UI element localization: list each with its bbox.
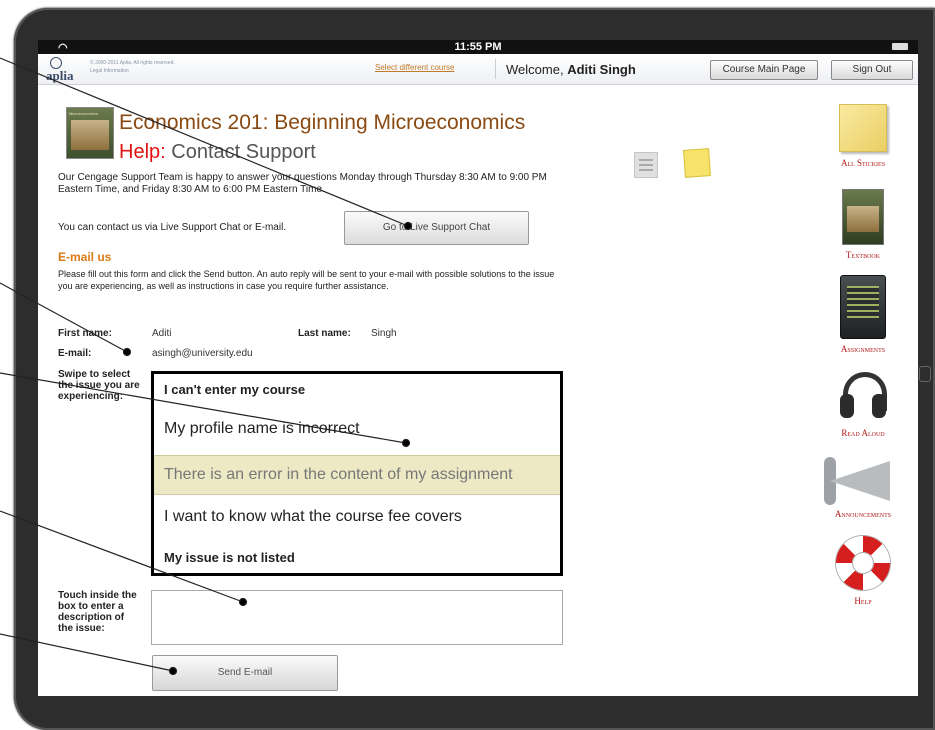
- issue-picker-label: Swipe to select the issue you are experi…: [58, 369, 140, 402]
- sidebar-item-assignments[interactable]: Assignments: [813, 275, 913, 354]
- document-icon[interactable]: [634, 152, 658, 178]
- aplia-logo[interactable]: aplia: [46, 57, 82, 83]
- life-ring-icon: [836, 536, 890, 590]
- first-name-label: First name:: [58, 328, 112, 339]
- user-name: Aditi Singh: [567, 62, 636, 77]
- description-label: Touch inside the box to enter a descript…: [58, 590, 137, 634]
- copyright-line: © 2000-2011 Aplia. All rights reserved.: [90, 60, 175, 66]
- sidebar-item-textbook[interactable]: Textbook: [813, 189, 913, 260]
- page-subtitle: Contact Support: [171, 141, 316, 163]
- send-email-button[interactable]: Send E-mail: [152, 655, 338, 691]
- select-course-link[interactable]: Select different course: [375, 63, 454, 72]
- help-word: Help:: [119, 141, 166, 163]
- header-divider: [495, 59, 496, 79]
- email-value: asingh@university.edu: [152, 348, 253, 359]
- side-button: [919, 366, 931, 382]
- page-title: Help: Contact Support: [119, 141, 316, 164]
- header-bar: aplia © 2000-2011 Aplia. All rights rese…: [38, 54, 918, 85]
- sidebar-item-label: Help: [854, 596, 872, 606]
- course-book-cover: Microeconomics: [66, 107, 114, 159]
- headphones-cup: [872, 394, 886, 418]
- sidebar-item-label: Assignments: [840, 344, 886, 354]
- email-us-heading: E-mail us: [58, 250, 112, 264]
- headphones-cup: [840, 394, 854, 418]
- last-name-label: Last name:: [298, 328, 351, 339]
- live-support-chat-button[interactable]: Go to Live Support Chat: [344, 211, 529, 245]
- first-name-value: Aditi: [152, 328, 172, 339]
- sidebar-item-label: All Stickies: [840, 158, 886, 168]
- sidebar-item-label: Announcements: [834, 509, 892, 519]
- issue-option-selected[interactable]: There is an error in the content of my a…: [154, 455, 560, 495]
- assignments-icon: [840, 275, 886, 339]
- sign-out-button[interactable]: Sign Out: [831, 60, 913, 80]
- sidebar-item-read-aloud[interactable]: Read Aloud: [813, 372, 913, 438]
- issue-option[interactable]: I can't enter my course: [154, 382, 560, 397]
- status-time: 11:55 PM: [454, 41, 502, 53]
- email-label: E-mail:: [58, 348, 92, 359]
- contact-options-text: You can contact us via Live Support Chat…: [58, 222, 287, 233]
- megaphone-cone: [830, 461, 890, 501]
- copyright-text: © 2000-2011 Aplia. All rights reserved. …: [90, 59, 175, 75]
- sidebar-item-all-stickies[interactable]: All Stickies: [813, 104, 913, 168]
- welcome-prefix: Welcome,: [506, 62, 564, 77]
- issue-option[interactable]: My issue is not listed: [154, 550, 560, 565]
- issue-option[interactable]: My profile name is incorrect: [154, 420, 560, 438]
- form-instructions: Please fill out this form and click the …: [58, 269, 555, 291]
- issue-option[interactable]: I want to know what the course fee cover…: [154, 508, 560, 526]
- support-hours-text: Our Cengage Support Team is happy to ans…: [58, 172, 547, 195]
- last-name-value: Singh: [371, 328, 397, 339]
- sidebar-item-announcements[interactable]: Announcements: [813, 455, 913, 519]
- sidebar-item-help[interactable]: Help: [813, 536, 913, 606]
- textbook-icon: [842, 189, 884, 245]
- status-bar: ◠ 11:55 PM: [38, 40, 918, 54]
- megaphone-icon: [824, 455, 902, 505]
- welcome-message: Welcome, Aditi Singh: [506, 62, 636, 77]
- book-cover-title: Microeconomics: [69, 111, 98, 116]
- book-cover-art: [71, 120, 109, 150]
- sticky-note-icon: [839, 104, 887, 152]
- sticky-note-icon[interactable]: [683, 148, 711, 178]
- sidebar-item-label: Read Aloud: [841, 428, 885, 438]
- legal-information-link[interactable]: Legal Information: [90, 67, 175, 75]
- course-title: Economics 201: Beginning Microeconomics: [119, 111, 526, 134]
- course-main-page-button[interactable]: Course Main Page: [710, 60, 818, 80]
- battery-icon: [892, 43, 908, 50]
- issue-picker[interactable]: I can't enter my course My profile name …: [151, 371, 563, 576]
- sidebar-item-label: Textbook: [845, 250, 881, 260]
- headphones-icon: [840, 372, 887, 420]
- logo-text: aplia: [46, 68, 74, 83]
- issue-description-textarea[interactable]: [151, 590, 563, 645]
